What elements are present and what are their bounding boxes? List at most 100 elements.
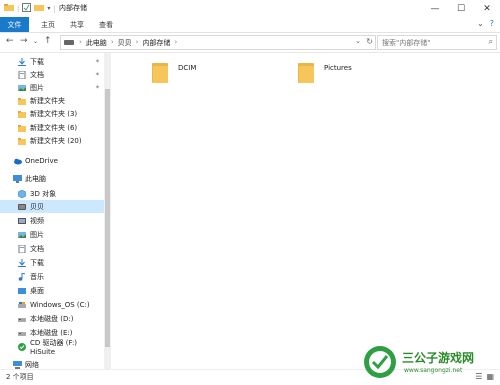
music-icon [18, 271, 26, 281]
pin-icon[interactable]: ✶ [95, 58, 100, 65]
pin-icon[interactable]: ✶ [95, 71, 100, 78]
chevron-down-icon[interactable]: ⌄ [477, 19, 484, 28]
phone-icon [18, 203, 26, 211]
nav-item-documents[interactable]: 文档 [0, 242, 104, 255]
up-arrow-icon[interactable]: ↑ [44, 36, 52, 46]
drive-icon [18, 315, 26, 323]
nav-item-new-folder-20[interactable]: 新建文件夹 (20) [0, 134, 104, 147]
minimize-button[interactable]: — [422, 0, 448, 17]
cloud-icon [13, 157, 22, 165]
search-box[interactable]: ⌕ [377, 35, 497, 50]
tab-home[interactable]: 主页 [41, 17, 55, 32]
nav-item-device-selected[interactable]: 贝贝 [0, 200, 104, 213]
breadcrumb-storage[interactable]: 内部存储 [142, 38, 170, 48]
navigation-bar: ← → ⌄ ↑ › 此电脑 › 贝贝 › 内部存储 › ⌄ ↻ ⌕ [0, 33, 500, 53]
navigation-pane-scrollbar[interactable] [104, 53, 111, 369]
nav-item-label: 文档 [30, 70, 44, 79]
customize-toolbar-icon[interactable]: ▾ [47, 5, 50, 12]
nav-item-label: 桌面 [30, 286, 44, 295]
back-arrow-icon[interactable]: ← [6, 36, 14, 46]
address-dropdown-icon[interactable]: ⌄ [355, 37, 361, 45]
nav-item-documents-pinned[interactable]: 文档 ✶ [0, 68, 104, 81]
file-list-pane: DCIM Pictures [112, 53, 500, 369]
nav-item-downloads-pinned[interactable]: 下载 ✶ [0, 55, 104, 68]
breadcrumb-this-pc[interactable]: 此电脑 [86, 38, 107, 48]
nav-item-drive-d[interactable]: 本地磁盘 (D:) [0, 312, 104, 325]
maximize-button[interactable]: ☐ [448, 0, 474, 17]
nav-item-label: 视频 [30, 216, 44, 225]
window-controls: — ☐ ✕ [422, 0, 500, 17]
device-icon [64, 38, 74, 48]
nav-item-music[interactable]: 音乐 [0, 270, 104, 283]
nav-item-pictures-pinned[interactable]: 图片 ✶ [0, 81, 104, 94]
search-input[interactable] [378, 36, 486, 49]
help-icon[interactable]: ? [490, 19, 494, 28]
search-icon[interactable]: ⌕ [489, 37, 493, 47]
breadcrumb: › 此电脑 › 贝贝 › 内部存储 › [79, 38, 177, 48]
forward-arrow-icon[interactable]: → [20, 36, 28, 46]
folder-name: DCIM [178, 64, 197, 72]
picture-icon [18, 231, 26, 239]
nav-item-label: 新建文件夹 [30, 96, 65, 105]
properties-icon[interactable] [22, 3, 32, 14]
nav-item-label: 本地磁盘 (E:) [30, 328, 73, 337]
nav-item-label: 本地磁盘 (D:) [30, 314, 74, 323]
scrollbar-thumb[interactable] [105, 89, 110, 347]
nav-item-pictures[interactable]: 图片 [0, 228, 104, 241]
pin-icon[interactable]: ✶ [95, 84, 100, 91]
item-count: 2 个项目 [6, 373, 34, 381]
folder-item-dcim[interactable]: DCIM [152, 61, 252, 87]
nav-item-label: Windows_OS (C:) [30, 300, 90, 309]
nav-item-label: CD 驱动器 (F:) HiSuite [30, 338, 78, 356]
drive-icon [18, 329, 26, 337]
separator: | [17, 4, 20, 13]
recent-locations-icon[interactable]: ⌄ [33, 38, 38, 45]
nav-item-label: 文档 [30, 244, 44, 253]
nav-item-downloads[interactable]: 下载 [0, 256, 104, 269]
nav-item-drive-c[interactable]: Windows_OS (C:) [0, 298, 104, 311]
folder-icon [18, 124, 26, 132]
breadcrumb-device[interactable]: 贝贝 [118, 38, 132, 48]
download-icon [18, 57, 26, 66]
nav-item-new-folder-6[interactable]: 新建文件夹 (6) [0, 121, 104, 134]
new-folder-icon[interactable] [34, 3, 45, 14]
tab-share[interactable]: 共享 [70, 17, 84, 32]
close-button[interactable]: ✕ [474, 0, 500, 17]
nav-item-desktop[interactable]: 桌面 [0, 284, 104, 297]
quick-access-toolbar: | ▾ | [4, 3, 56, 14]
nav-item-videos[interactable]: 视频 [0, 214, 104, 227]
cube-icon [17, 189, 27, 198]
folder-icon [18, 110, 26, 118]
nav-item-new-folder-3[interactable]: 新建文件夹 (3) [0, 107, 104, 120]
nav-item-this-pc[interactable]: 此电脑 [0, 172, 104, 185]
folder-item-pictures[interactable]: Pictures [298, 61, 398, 87]
window-title: 内部存储 [59, 4, 87, 12]
folder-name: Pictures [324, 64, 352, 72]
nav-item-label: 下载 [30, 57, 44, 66]
network-icon [13, 360, 22, 369]
chevron-right-icon[interactable]: › [111, 38, 114, 48]
navigation-pane: 下载 ✶ 文档 ✶ 图片 ✶ 新建文件夹 新建文件夹 (3) 新建文件夹 (6)… [0, 53, 104, 369]
nav-item-label: OneDrive [25, 156, 58, 165]
chevron-right-icon[interactable]: › [136, 38, 139, 48]
folder-icon [152, 63, 168, 83]
tab-file[interactable]: 文件 [0, 17, 29, 32]
chevron-right-icon[interactable]: › [174, 38, 177, 48]
nav-item-label: 图片 [30, 83, 44, 92]
picture-icon [18, 84, 26, 92]
nav-item-onedrive[interactable]: OneDrive [0, 154, 104, 167]
nav-item-label: 此电脑 [25, 174, 46, 183]
desktop-icon [18, 287, 26, 295]
tab-view[interactable]: 查看 [99, 17, 113, 32]
nav-item-3d-objects[interactable]: 3D 对象 [0, 187, 104, 200]
nav-item-label: 网络 [25, 360, 39, 369]
nav-item-label: 图片 [30, 230, 44, 239]
watermark-name: 三公子游戏网 [402, 351, 475, 365]
nav-item-new-folder[interactable]: 新建文件夹 [0, 94, 104, 107]
video-icon [18, 217, 26, 225]
nav-item-cd-drive[interactable]: CD 驱动器 (F:) HiSuite [0, 338, 104, 356]
nav-item-network[interactable]: 网络 [0, 358, 104, 369]
app-icon[interactable] [4, 3, 14, 14]
address-bar[interactable]: › 此电脑 › 贝贝 › 内部存储 › ⌄ ↻ [60, 35, 376, 50]
refresh-icon[interactable]: ↻ [366, 37, 373, 46]
